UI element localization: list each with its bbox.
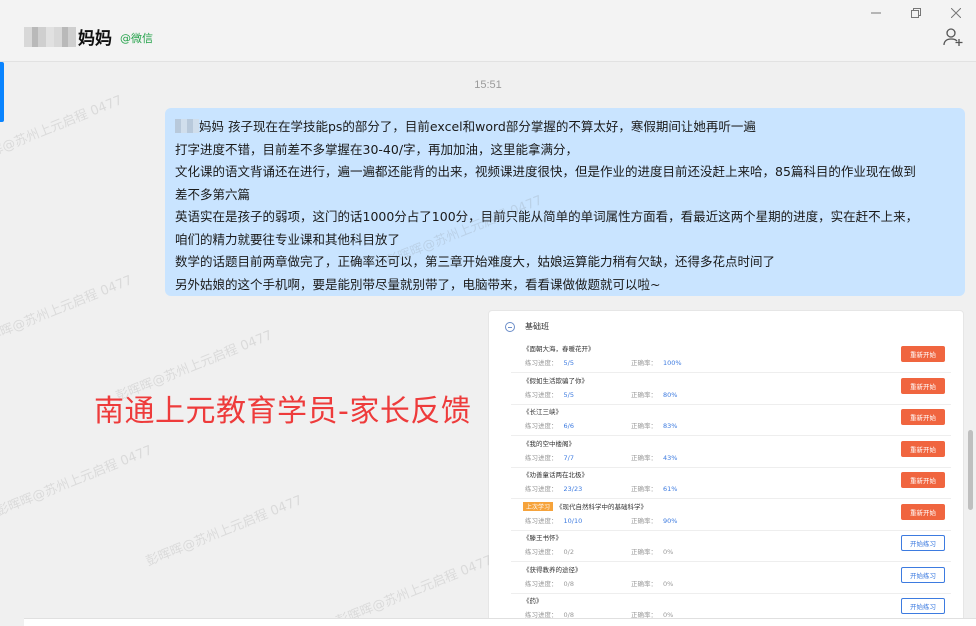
chat-header: 妈妈 @微信 <box>0 0 976 62</box>
course-row: 《滕王书怀》练习进度： 0/2 正确率： 0% 开始练习 <box>511 530 951 562</box>
scrollbar[interactable] <box>968 430 973 510</box>
progress-meta: 练习进度： 10/10 <box>525 516 583 525</box>
restart-button[interactable]: 重新开始 <box>901 409 945 425</box>
message-line: 妈妈 孩子现在在学技能ps的部分了，目前excel和word部分掌握的不算太好，… <box>175 116 955 139</box>
watermark: 彭晖晖@苏州上元启程 0477 <box>144 493 305 570</box>
course-name: 《假如生活欺骗了你》 <box>523 376 588 385</box>
start-practice-button[interactable]: 开始练习 <box>901 566 945 583</box>
message-line: 打字进度不错，目前差不多掌握在30-40/字，再加加油，这里能拿满分， <box>175 141 579 157</box>
course-name: 《劝善童话两在北极》 <box>523 471 588 479</box>
section-title: 基础班 <box>525 322 549 331</box>
watermark: 彭晖晖@苏州上元启程 0477 <box>0 443 155 520</box>
restart-button[interactable]: 重新开始 <box>901 472 945 488</box>
course-name: 《滕王书怀》 <box>523 534 562 542</box>
watermark: 彭晖晖@苏州上元启程 0477 <box>0 273 135 350</box>
message-line: 英语实在是孩子的弱项，这门的话1000分占了100分，目前只能从简单的单词属性方… <box>175 209 919 224</box>
progress-value: 5/5 <box>563 390 574 399</box>
course-row: 上次学习 《现代自然科学中的基础科学》 练习进度： 10/10 正确率： 90% 重新开始 <box>511 499 951 531</box>
accuracy-value: 0% <box>663 548 674 556</box>
input-area-edge <box>24 618 976 626</box>
message-bubble[interactable]: 妈妈 孩子现在在学技能ps的部分了，目前excel和word部分掌握的不算太好，… <box>165 108 965 296</box>
start-practice-button[interactable]: 开始练习 <box>901 535 945 551</box>
watermark: 彭晖晖@苏州上元启程 0477 <box>334 553 495 626</box>
accuracy-value: 43% <box>663 453 678 462</box>
progress-meta: 练习进度： 23/23 <box>525 485 583 493</box>
progress-value: 5/5 <box>563 359 574 367</box>
progress-value: 0/8 <box>563 579 574 588</box>
accuracy-value: 90% <box>663 516 678 525</box>
watermark: 彭晖晖@苏州上元启程 0477 <box>0 93 125 170</box>
accuracy-value: 0% <box>663 579 674 588</box>
last-studied-badge: 上次学习 <box>523 501 554 511</box>
collapse-icon <box>505 321 515 332</box>
progress-meta: 练习进度： 0/2 <box>525 548 574 556</box>
progress-meta: 练习进度： 5/5 <box>525 390 574 399</box>
redacted-name <box>175 119 199 133</box>
course-row: 《长江三峡》练习进度： 6/6 正确率： 83% 重新开始 <box>511 404 951 436</box>
add-member-icon[interactable] <box>942 26 964 48</box>
chat-title[interactable]: 妈妈 <box>78 24 112 49</box>
course-name: 《药》 <box>523 597 543 605</box>
accuracy-value: 80% <box>663 390 678 399</box>
course-progress-screenshot[interactable]: 基础班 《面朝大海，春暖花开》 练习进度： 5/5 正确率： 100% 重新开始 《假如生活… <box>488 310 964 626</box>
accuracy-value: 83% <box>663 422 678 430</box>
accuracy-meta: 正确率： 61% <box>631 485 678 493</box>
progress-value: 10/10 <box>563 516 583 525</box>
course-name: 上次学习 《现代自然科学中的基础科学》 <box>523 501 647 511</box>
progress-value: 0/2 <box>563 548 574 556</box>
close-icon[interactable] <box>936 0 976 26</box>
progress-value: 6/6 <box>563 422 574 430</box>
accuracy-meta: 正确率： 0% <box>631 548 674 556</box>
message-line: 另外姑娘的这个手机啊，要是能別带尽量就别带了，电脑带来，看看课做做题就可以啦~ <box>175 276 661 292</box>
progress-value: 7/7 <box>563 453 574 462</box>
course-name: 《面朝大海，春暖花开》 <box>523 345 595 353</box>
accuracy-meta: 正确率： 83% <box>631 422 678 430</box>
section-header: 基础班 <box>505 321 549 332</box>
restart-button[interactable]: 重新开始 <box>901 346 945 362</box>
message-line: 数学的话题目前两章做完了，正确率还可以，第三章开始难度大，姑娘运算能力稍有欠缺，… <box>175 254 776 269</box>
message-timestamp: 15:51 <box>474 79 502 91</box>
active-chat-indicator <box>0 62 4 122</box>
accuracy-meta: 正确率： 80% <box>631 390 678 399</box>
chat-title-group: 妈妈 @微信 <box>24 24 153 49</box>
accuracy-meta: 正确率： 43% <box>631 453 678 462</box>
restart-button[interactable]: 重新开始 <box>901 503 945 520</box>
course-name: 《我的空中楼阁》 <box>523 439 575 448</box>
message-line: 文化课的语文背诵还在进行，遍一遍都还能背的出来，视频课进度很快，但是作业的进度目… <box>175 164 916 179</box>
window-controls <box>856 0 976 26</box>
message-line: 咱们的精力就要往专业课和其他科目放了 <box>175 231 401 247</box>
start-practice-button[interactable]: 开始练习 <box>901 598 945 614</box>
progress-meta: 练习进度： 6/6 <box>525 422 574 430</box>
restore-icon[interactable] <box>896 0 936 26</box>
restart-button[interactable]: 重新开始 <box>901 440 945 457</box>
course-name: 《长江三峡》 <box>523 408 562 416</box>
accuracy-value: 100% <box>663 359 682 367</box>
accuracy-meta: 正确率： 90% <box>631 516 678 525</box>
course-row: 《面朝大海，春暖花开》 练习进度： 5/5 正确率： 100% 重新开始 <box>511 341 951 373</box>
course-row: 《假如生活欺骗了你》 练习进度： 5/5 正确率： 80% 重新开始 <box>511 373 951 405</box>
restart-button[interactable]: 重新开始 <box>901 377 945 394</box>
redacted-name <box>24 26 76 47</box>
accuracy-meta: 正确率： 0% <box>631 579 674 588</box>
course-row: 《获得教养的途径》 练习进度： 0/8 正确率： 0% 开始练习 <box>511 562 951 594</box>
course-name: 《获得教养的途径》 <box>523 565 582 574</box>
minimize-icon[interactable] <box>856 0 896 26</box>
progress-value: 23/23 <box>563 485 583 493</box>
message-line: 差不多第六篇 <box>175 186 251 202</box>
course-row: 《我的空中楼阁》 练习进度： 7/7 正确率： 43% 重新开始 <box>511 436 951 468</box>
wechat-source-tag: @微信 <box>120 31 153 45</box>
course-row: 《劝善童话两在北极》 练习进度： 23/23 正确率： 61% 重新开始 <box>511 467 951 499</box>
progress-meta: 练习进度： 5/5 <box>525 359 574 367</box>
progress-meta: 练习进度： 0/8 <box>525 579 574 588</box>
progress-meta: 练习进度： 7/7 <box>525 453 574 462</box>
accuracy-value: 61% <box>663 485 678 493</box>
accuracy-meta: 正确率： 100% <box>631 359 682 367</box>
overlay-caption: 南通上元教育学员-家长反馈 <box>94 394 472 429</box>
